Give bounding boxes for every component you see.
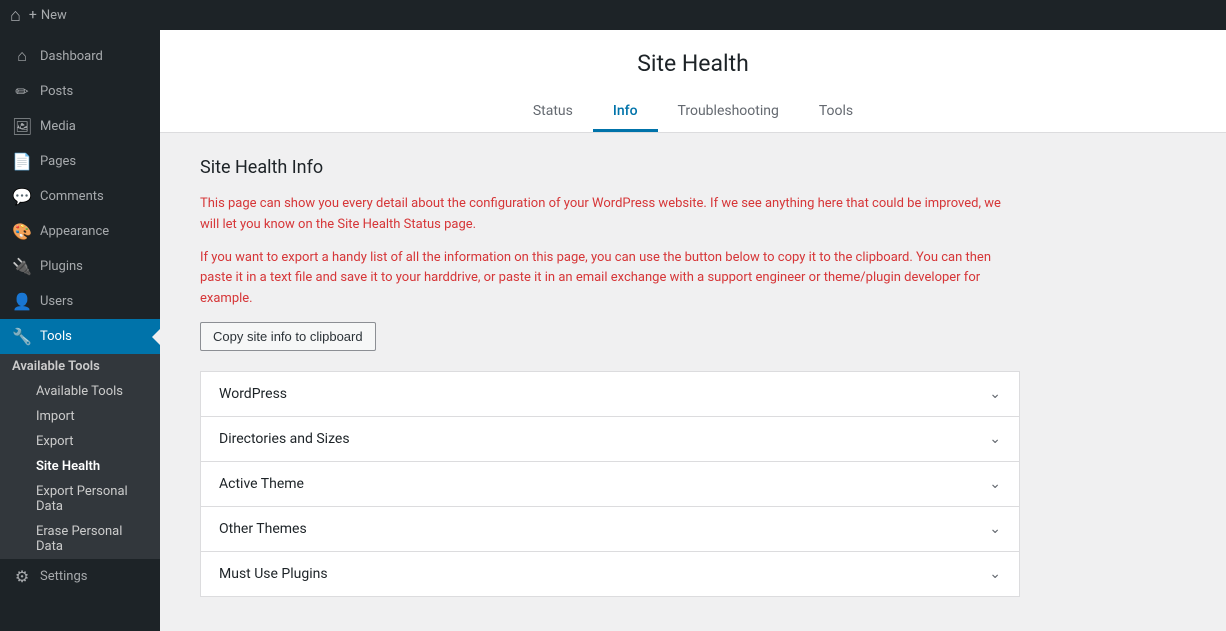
users-icon: 👤 — [12, 292, 32, 311]
posts-icon: ✏ — [12, 82, 32, 101]
accordion-active-theme-label: Active Theme — [219, 476, 304, 492]
settings-icon: ⚙ — [12, 567, 32, 586]
sidebar-sub-item-erase-personal[interactable]: Erase Personal Data — [0, 519, 160, 559]
tab-info[interactable]: Info — [593, 93, 658, 132]
pages-icon: 📄 — [12, 152, 32, 171]
sidebar-item-dashboard[interactable]: ⌂ Dashboard — [0, 38, 160, 74]
accordion-wordpress: WordPress ⌄ — [200, 371, 1020, 416]
sidebar-item-users[interactable]: 👤 Users — [0, 284, 160, 319]
page-title: Site Health — [160, 50, 1226, 93]
sidebar-item-pages[interactable]: 📄 Pages — [0, 144, 160, 179]
tools-submenu: Available Tools Available Tools Import E… — [0, 354, 160, 559]
sidebar-item-label: Comments — [40, 189, 104, 204]
accordion-must-use-plugins-header[interactable]: Must Use Plugins ⌄ — [201, 552, 1019, 596]
content-body: Site Health Info This page can show you … — [160, 133, 1060, 621]
sidebar-item-label: Posts — [40, 84, 73, 99]
sidebar-item-media[interactable]: 🖼 Media — [0, 109, 160, 144]
appearance-icon: 🎨 — [12, 222, 32, 241]
accordion-other-themes-label: Other Themes — [219, 521, 307, 537]
sidebar-item-settings[interactable]: ⚙ Settings — [0, 559, 160, 594]
accordion-directories-sizes: Directories and Sizes ⌄ — [200, 416, 1020, 461]
plus-icon: + — [29, 7, 37, 23]
accordion-wordpress-label: WordPress — [219, 386, 287, 402]
info-paragraph-2: If you want to export a handy list of al… — [200, 248, 1020, 310]
content-header: Site Health Status Info Troubleshooting … — [160, 30, 1226, 133]
sidebar-item-tools[interactable]: 🔧 Tools — [0, 319, 160, 354]
accordion-must-use-plugins-label: Must Use Plugins — [219, 566, 328, 582]
tabs: Status Info Troubleshooting Tools — [160, 93, 1226, 132]
sidebar-item-appearance[interactable]: 🎨 Appearance — [0, 214, 160, 249]
plugins-icon: 🔌 — [12, 257, 32, 276]
sidebar-item-comments[interactable]: 💬 Comments — [0, 179, 160, 214]
chevron-down-icon: ⌄ — [989, 566, 1001, 582]
dashboard-icon: ⌂ — [12, 46, 32, 66]
sidebar-sub-item-export-personal[interactable]: Export Personal Data — [0, 479, 160, 519]
sidebar-item-label: Media — [40, 119, 76, 134]
accordion-active-theme: Active Theme ⌄ — [200, 461, 1020, 506]
sidebar-item-posts[interactable]: ✏ Posts — [0, 74, 160, 109]
sidebar-item-label: Dashboard — [40, 49, 103, 64]
new-button[interactable]: + New — [29, 7, 67, 23]
accordion-must-use-plugins: Must Use Plugins ⌄ — [200, 551, 1020, 597]
sidebar-sub-item-site-health[interactable]: Site Health — [0, 454, 160, 479]
comments-icon: 💬 — [12, 187, 32, 206]
sidebar-sub-item-available-tools[interactable]: Available Tools — [0, 379, 160, 404]
sidebar-sub-item-import[interactable]: Import — [0, 404, 160, 429]
copy-site-info-button[interactable]: Copy site info to clipboard — [200, 322, 376, 351]
sidebar-item-label: Pages — [40, 154, 76, 169]
accordion-wordpress-header[interactable]: WordPress ⌄ — [201, 372, 1019, 416]
accordion-directories-header[interactable]: Directories and Sizes ⌄ — [201, 417, 1019, 461]
content-area: Site Health Status Info Troubleshooting … — [160, 30, 1226, 631]
sidebar-sub-item-export[interactable]: Export — [0, 429, 160, 454]
chevron-down-icon: ⌄ — [989, 386, 1001, 402]
sidebar: ⌂ Dashboard ✏ Posts 🖼 Media 📄 Pages 💬 Co… — [0, 30, 160, 631]
tools-submenu-header: Available Tools — [0, 354, 160, 379]
sidebar-item-label: Tools — [40, 329, 72, 344]
tools-icon: 🔧 — [12, 327, 32, 346]
sidebar-item-label: Plugins — [40, 259, 83, 274]
sidebar-item-label: Appearance — [40, 224, 109, 239]
section-title: Site Health Info — [200, 157, 1020, 178]
tab-status[interactable]: Status — [513, 93, 593, 132]
chevron-down-icon: ⌄ — [989, 431, 1001, 447]
media-icon: 🖼 — [12, 117, 32, 136]
sidebar-item-label: Settings — [40, 569, 87, 584]
sidebar-item-plugins[interactable]: 🔌 Plugins — [0, 249, 160, 284]
accordion-directories-label: Directories and Sizes — [219, 431, 350, 447]
tab-tools[interactable]: Tools — [799, 93, 873, 132]
chevron-down-icon: ⌄ — [989, 476, 1001, 492]
info-paragraph-1: This page can show you every detail abou… — [200, 194, 1020, 236]
chevron-down-icon: ⌄ — [989, 521, 1001, 537]
accordion-active-theme-header[interactable]: Active Theme ⌄ — [201, 462, 1019, 506]
accordion-other-themes-header[interactable]: Other Themes ⌄ — [201, 507, 1019, 551]
top-bar: ⌂ + New — [0, 0, 1226, 30]
tab-troubleshooting[interactable]: Troubleshooting — [658, 93, 799, 132]
wp-logo-icon: ⌂ — [10, 5, 21, 26]
new-label: New — [41, 8, 67, 23]
sidebar-item-label: Users — [40, 294, 73, 309]
accordion-other-themes: Other Themes ⌄ — [200, 506, 1020, 551]
